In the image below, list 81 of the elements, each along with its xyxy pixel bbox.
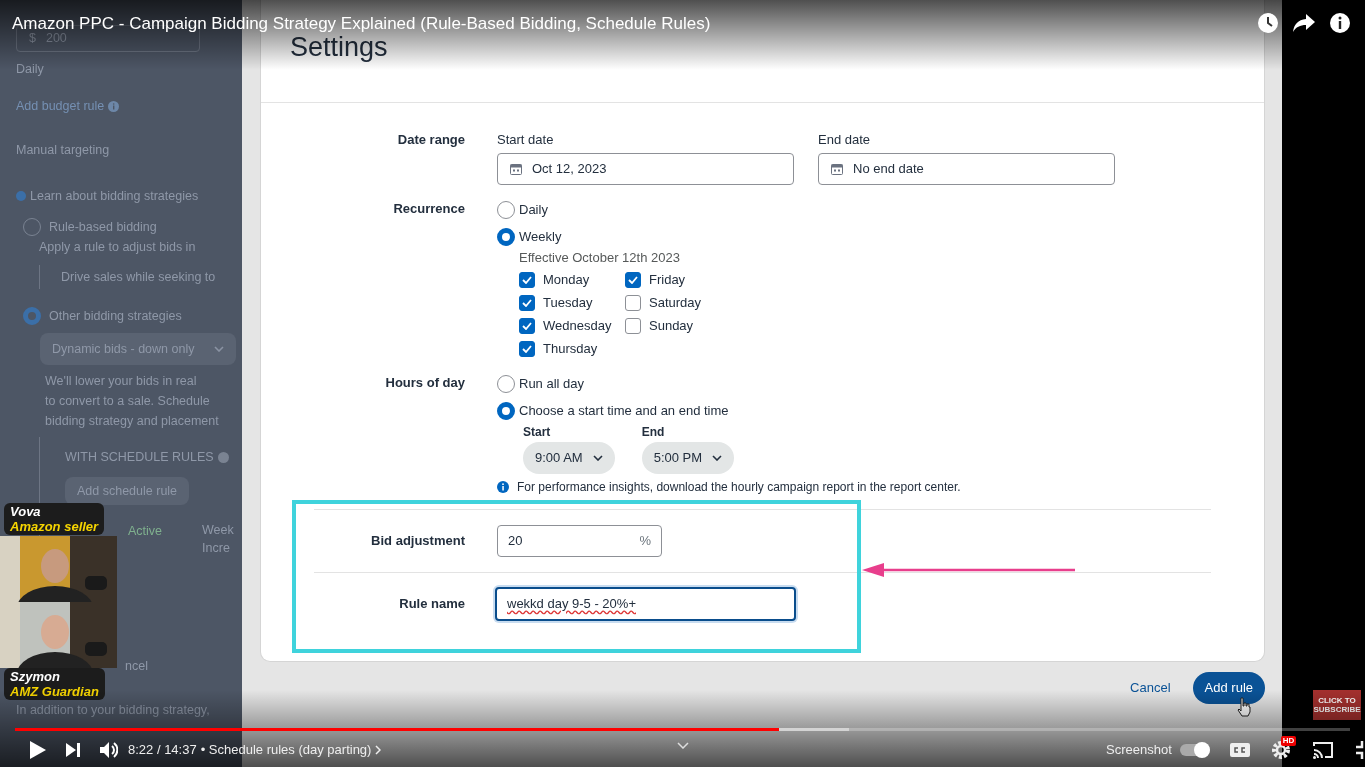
schedule-rules-heading: WITH SCHEDULE RULES — [65, 449, 214, 466]
day-label[interactable]: Tuesday — [543, 292, 593, 313]
day-label[interactable]: Friday — [649, 269, 686, 290]
radio-button[interactable] — [497, 227, 515, 246]
day-label[interactable]: Sunday — [649, 315, 694, 336]
radio-label[interactable]: Run all day — [519, 373, 585, 394]
subscribe-badge[interactable]: CLICK TO SUBSCRIBE — [1313, 690, 1361, 720]
radio-button[interactable] — [23, 307, 41, 325]
settings-icon[interactable] — [1271, 741, 1290, 759]
radio-button[interactable] — [497, 401, 515, 420]
field-label: Date range — [396, 131, 465, 149]
checkbox[interactable] — [625, 271, 641, 288]
rule-text: Week — [202, 522, 234, 539]
start-time-select[interactable]: 9:00 AM — [523, 442, 615, 474]
calendar-icon — [831, 163, 843, 175]
day-label[interactable]: Monday — [543, 269, 590, 290]
effective-date-text: Effective October 12th 2023 — [519, 250, 681, 266]
person-role: Amazon seller — [10, 519, 99, 534]
next-icon[interactable] — [66, 743, 80, 757]
chevron-right-icon — [375, 745, 382, 755]
time-display: 8:22 / 14:37 — [128, 741, 197, 760]
bid-adjustment-field[interactable]: 20 % — [497, 525, 662, 557]
add-rule-button[interactable]: Add rule — [1192, 672, 1265, 704]
checkbox[interactable] — [625, 294, 641, 311]
end-date-label: End date — [818, 131, 872, 149]
rule-name-field[interactable]: wekkd day 9-5 - 20%+ — [495, 587, 796, 621]
clock-icon[interactable] — [1257, 12, 1279, 34]
check-icon — [522, 321, 532, 330]
share-icon[interactable] — [1293, 14, 1315, 32]
rule-status: Active — [128, 523, 163, 540]
end-time-label: End — [641, 424, 666, 440]
end-date-field[interactable]: No end date — [818, 153, 1115, 185]
targeting-label: Manual targeting — [16, 142, 111, 159]
radio-label[interactable]: Daily — [519, 199, 548, 220]
autoplay-toggle[interactable] — [1179, 744, 1210, 756]
checkbox[interactable] — [519, 317, 535, 334]
check-icon — [522, 298, 532, 307]
field-label: Recurrence — [392, 200, 465, 218]
volume-icon[interactable] — [100, 742, 118, 758]
start-date-field[interactable]: Oct 12, 2023 — [497, 153, 794, 185]
radio-label[interactable]: Weekly — [519, 226, 562, 247]
start-date-label: Start date — [497, 131, 555, 149]
play-icon[interactable] — [30, 741, 46, 759]
cast-icon[interactable] — [1311, 741, 1334, 759]
budget-period: Daily — [16, 61, 45, 78]
end-time-select[interactable]: 5:00 PM — [641, 442, 735, 474]
captions-icon[interactable] — [1229, 743, 1250, 757]
check-icon — [522, 275, 532, 284]
field-label: Hours of day — [384, 374, 465, 392]
chevron-down-icon — [592, 455, 603, 461]
checkbox[interactable] — [519, 294, 535, 311]
field-label: Bid adjustment — [370, 532, 465, 550]
person-name: Szymon — [10, 669, 61, 684]
calendar-icon — [510, 163, 522, 175]
rule-text: Incre — [202, 540, 231, 557]
person-role: AMZ Guardian — [10, 684, 99, 699]
start-time-label: Start — [523, 424, 552, 440]
check-icon — [628, 275, 638, 284]
chapter-title[interactable]: • Schedule rules (day parting) — [200, 740, 372, 760]
progress-bar[interactable] — [15, 728, 1350, 731]
info-note: For performance insights, download the hourly campaign report in the report center. — [517, 479, 961, 495]
cancel-button[interactable]: Cancel — [1130, 678, 1171, 698]
day-label[interactable]: Saturday — [649, 292, 702, 313]
chevron-down-icon[interactable] — [677, 742, 689, 749]
extension-label: Screenshot — [1106, 741, 1172, 760]
field-label: Rule name — [398, 595, 465, 613]
checkbox[interactable] — [519, 271, 535, 288]
chevron-down-icon — [214, 346, 224, 352]
checkbox[interactable] — [519, 340, 535, 357]
person-name: Vova — [10, 504, 42, 519]
day-label[interactable]: Wednesday — [543, 315, 612, 336]
check-icon — [522, 344, 532, 353]
day-label[interactable]: Thursday — [543, 338, 598, 359]
hand-cursor-icon — [1236, 697, 1252, 717]
description-line: bidding strategy and placement — [45, 413, 220, 430]
quality-badge: HD — [1280, 736, 1297, 746]
chevron-down-icon — [712, 455, 723, 461]
description-line: to convert to a sale. Schedule — [45, 393, 211, 410]
radio-label[interactable]: Choose a start time and an end time — [519, 400, 729, 421]
description-line: We'll lower your bids in real — [45, 373, 198, 390]
checkbox[interactable] — [625, 317, 641, 334]
